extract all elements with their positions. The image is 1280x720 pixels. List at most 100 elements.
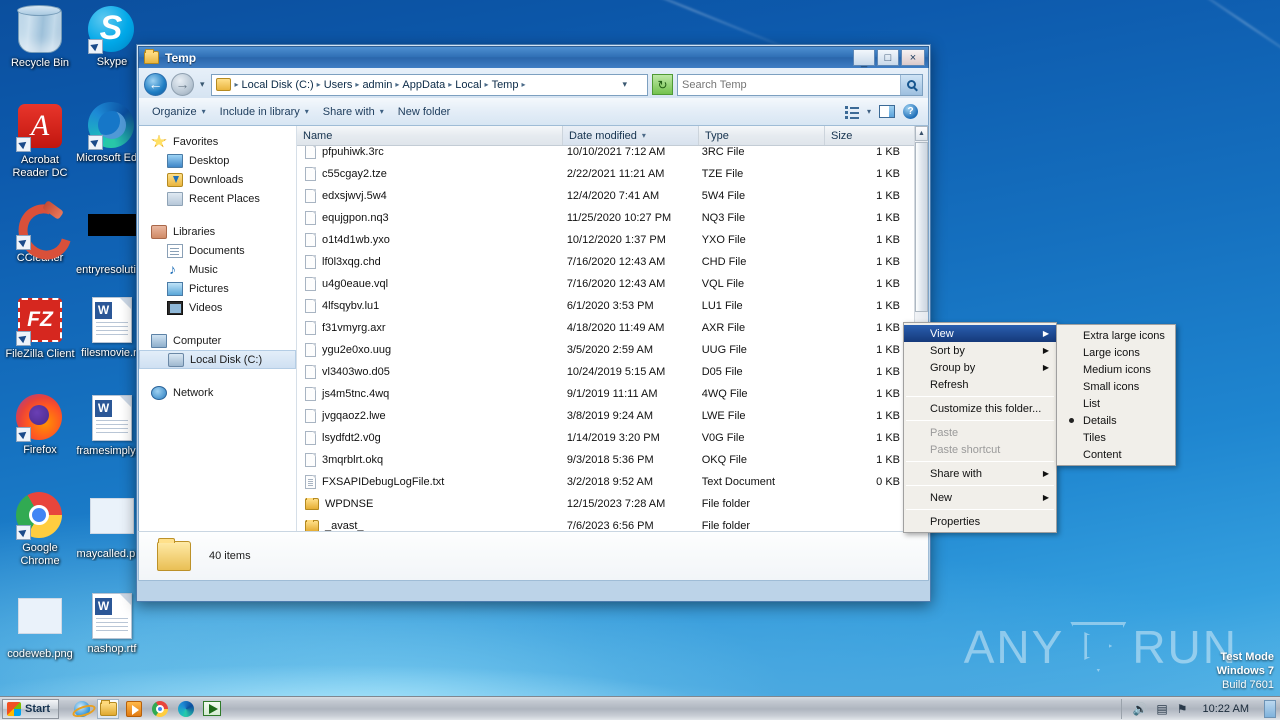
volume-icon[interactable]: 🔊 <box>1132 703 1147 715</box>
share-with-button[interactable]: Share with ▾ <box>316 103 391 121</box>
desktop-icon-codeweb[interactable]: codeweb.png <box>4 592 76 661</box>
desktop-icon-ccleaner[interactable]: CCleaner <box>4 200 76 265</box>
help-icon[interactable]: ? <box>903 104 918 119</box>
table-row[interactable]: equjgpon.nq3 11/25/2020 10:27 PM NQ3 File 1… <box>297 207 914 229</box>
table-row[interactable]: 3mqrblrt.okq 9/3/2018 5:36 PM OKQ File 1 KB <box>297 449 914 471</box>
search-button[interactable] <box>900 74 922 95</box>
refresh-button[interactable]: ↻ <box>652 74 673 95</box>
context-menu-item-new[interactable]: New ▶ <box>904 489 1056 506</box>
table-row[interactable]: f31vmyrg.axr 4/18/2020 11:49 AM AXR File 1 … <box>297 317 914 339</box>
nav-item-music[interactable]: Music <box>139 260 296 279</box>
nav-item-recent-places[interactable]: Recent Places <box>139 189 296 208</box>
nav-group-network[interactable]: Network <box>139 383 296 402</box>
context-menu-item-view[interactable]: View ▶ <box>904 325 1056 342</box>
breadcrumb[interactable]: ▸ Local Disk (C:) ▸ Users ▸ admin ▸ AppD… <box>210 73 648 96</box>
view-submenu-item-content[interactable]: Content <box>1057 446 1175 463</box>
navigation-pane[interactable]: Favorites Desktop Downloads Recent Place… <box>139 126 297 531</box>
network-icon[interactable]: ▤ <box>1156 703 1167 715</box>
desktop[interactable]: Recycle Bin S Skype Acrobat Reader DC Mi… <box>0 0 1280 720</box>
search-input[interactable] <box>678 78 900 91</box>
nav-group-computer[interactable]: Computer <box>139 331 296 350</box>
table-row[interactable]: u4g0eaue.vql 7/16/2020 12:43 AM VQL File 1 … <box>297 273 914 295</box>
table-row[interactable]: vl3403wo.d05 10/24/2019 5:15 AM D05 File 1 … <box>297 361 914 383</box>
history-dropdown-button[interactable]: ▾ <box>198 79 207 90</box>
breadcrumb-item-local[interactable]: Local <box>453 79 483 91</box>
view-submenu-item-tiles[interactable]: Tiles <box>1057 429 1175 446</box>
taskbar-media-play-icon[interactable] <box>201 699 223 719</box>
breadcrumb-item-local-disk[interactable]: Local Disk (C:) <box>240 79 316 91</box>
column-header-name[interactable]: Name <box>297 126 563 145</box>
file-list-pane[interactable]: Name Date modified ▾ Type Size pfpuhiwk.… <box>297 126 928 531</box>
desktop-icon-recycle-bin[interactable]: Recycle Bin <box>4 6 76 70</box>
context-menu-item-share-with[interactable]: Share with ▶ <box>904 465 1056 482</box>
nav-item-desktop[interactable]: Desktop <box>139 151 296 170</box>
address-dropdown-icon[interactable]: ▾ <box>622 79 627 90</box>
taskbar-microsoft-edge-icon[interactable] <box>175 699 197 719</box>
nav-item-downloads[interactable]: Downloads <box>139 170 296 189</box>
view-submenu-item-small-icons[interactable]: Small icons <box>1057 378 1175 395</box>
clock[interactable]: 10:22 AM <box>1197 703 1255 715</box>
include-in-library-button[interactable]: Include in library ▾ <box>213 103 316 121</box>
table-row[interactable]: lf0l3xqg.chd 7/16/2020 12:43 AM CHD File 1 … <box>297 251 914 273</box>
minimize-button[interactable]: _ <box>853 49 875 68</box>
column-header-size[interactable]: Size <box>825 126 919 145</box>
table-row[interactable]: WPDNSE 12/15/2023 7:28 AM File folder <box>297 493 914 515</box>
nav-group-libraries[interactable]: Libraries <box>139 222 296 241</box>
breadcrumb-item-temp[interactable]: Temp <box>490 79 521 91</box>
maximize-button[interactable]: □ <box>877 49 899 66</box>
nav-item-pictures[interactable]: Pictures <box>139 279 296 298</box>
table-row[interactable]: ygu2e0xo.uug 3/5/2020 2:59 AM UUG File 1 KB <box>297 339 914 361</box>
view-submenu-item-list[interactable]: List <box>1057 395 1175 412</box>
table-row[interactable]: FXSAPIDebugLogFile.txt 3/2/2018 9:52 AM Te… <box>297 471 914 493</box>
table-row[interactable]: 4lfsqybv.lu1 6/1/2020 3:53 PM LU1 File 1 KB <box>297 295 914 317</box>
context-menu-item-group-by[interactable]: Group by ▶ <box>904 359 1056 376</box>
action-center-icon[interactable]: ⚑ <box>1177 703 1188 715</box>
explorer-window[interactable]: Temp _ □ × ← → ▾ ▸ Local Disk (C:) ▸ Use… <box>136 44 931 602</box>
chevron-down-icon[interactable]: ▾ <box>867 107 871 116</box>
organize-button[interactable]: Organize ▾ <box>145 103 213 121</box>
title-bar[interactable]: Temp _ □ × <box>138 46 929 68</box>
context-menu-item-properties[interactable]: Properties <box>904 513 1056 530</box>
taskbar[interactable]: Start 🔊 ▤ ⚑ 10:22 AM <box>0 696 1280 720</box>
nav-group-favorites[interactable]: Favorites <box>139 132 296 151</box>
desktop-icon-acrobat-reader[interactable]: Acrobat Reader DC <box>4 102 76 180</box>
table-row[interactable]: _avast_ 7/6/2023 6:56 PM File folder <box>297 515 914 531</box>
breadcrumb-item-users[interactable]: Users <box>322 79 355 91</box>
desktop-icon-google-chrome[interactable]: Google Chrome <box>4 492 76 568</box>
view-submenu-item-large-icons[interactable]: Large icons <box>1057 344 1175 361</box>
taskbar-google-chrome-icon[interactable] <box>149 699 171 719</box>
breadcrumb-item-appdata[interactable]: AppData <box>400 79 447 91</box>
context-menu[interactable]: View ▶ Sort by ▶ Group by ▶ Refresh Cust… <box>903 322 1057 533</box>
nav-item-local-disk[interactable]: Local Disk (C:) <box>139 350 296 369</box>
taskbar-internet-explorer-icon[interactable] <box>71 699 93 719</box>
desktop-icon-firefox[interactable]: Firefox <box>4 394 76 457</box>
view-submenu-item-details[interactable]: Details <box>1057 412 1175 429</box>
back-button[interactable]: ← <box>144 73 167 96</box>
search-box[interactable] <box>677 73 923 96</box>
context-menu-item-sort-by[interactable]: Sort by ▶ <box>904 342 1056 359</box>
column-header-type[interactable]: Type <box>699 126 825 145</box>
taskbar-windows-media-player-icon[interactable] <box>123 699 145 719</box>
context-menu-item-customize-this-folder[interactable]: Customize this folder... <box>904 400 1056 417</box>
new-folder-button[interactable]: New folder <box>391 103 458 121</box>
scroll-up-button[interactable]: ▲ <box>915 126 928 141</box>
view-submenu-item-extra-large-icons[interactable]: Extra large icons <box>1057 327 1175 344</box>
table-row[interactable]: edxsjwvj.5w4 12/4/2020 7:41 AM 5W4 File 1 K… <box>297 185 914 207</box>
view-submenu[interactable]: Extra large icons Large icons Medium ico… <box>1056 324 1176 466</box>
desktop-icon-filezilla[interactable]: FileZilla Client <box>4 296 76 361</box>
breadcrumb-item-admin[interactable]: admin <box>360 79 394 91</box>
nav-item-documents[interactable]: Documents <box>139 241 296 260</box>
view-submenu-item-medium-icons[interactable]: Medium icons <box>1057 361 1175 378</box>
table-row[interactable]: jvgqaoz2.lwe 3/8/2019 9:24 AM LWE File 1 KB <box>297 405 914 427</box>
view-options-icon[interactable] <box>844 105 859 119</box>
preview-pane-icon[interactable] <box>879 105 895 118</box>
table-row[interactable]: pfpuhiwk.3rc 10/10/2021 7:12 AM 3RC File 1 … <box>297 146 914 163</box>
close-button[interactable]: × <box>901 49 925 66</box>
forward-button[interactable]: → <box>171 73 194 96</box>
context-menu-item-refresh[interactable]: Refresh <box>904 376 1056 393</box>
table-row[interactable]: o1t4d1wb.yxo 10/12/2020 1:37 PM YXO File 1 … <box>297 229 914 251</box>
table-row[interactable]: js4m5tnc.4wq 9/1/2019 11:11 AM 4WQ File 1 K… <box>297 383 914 405</box>
scrollbar-thumb[interactable] <box>915 142 928 312</box>
start-button[interactable]: Start <box>2 698 60 719</box>
breadcrumb-separator[interactable]: ▸ <box>520 80 526 89</box>
